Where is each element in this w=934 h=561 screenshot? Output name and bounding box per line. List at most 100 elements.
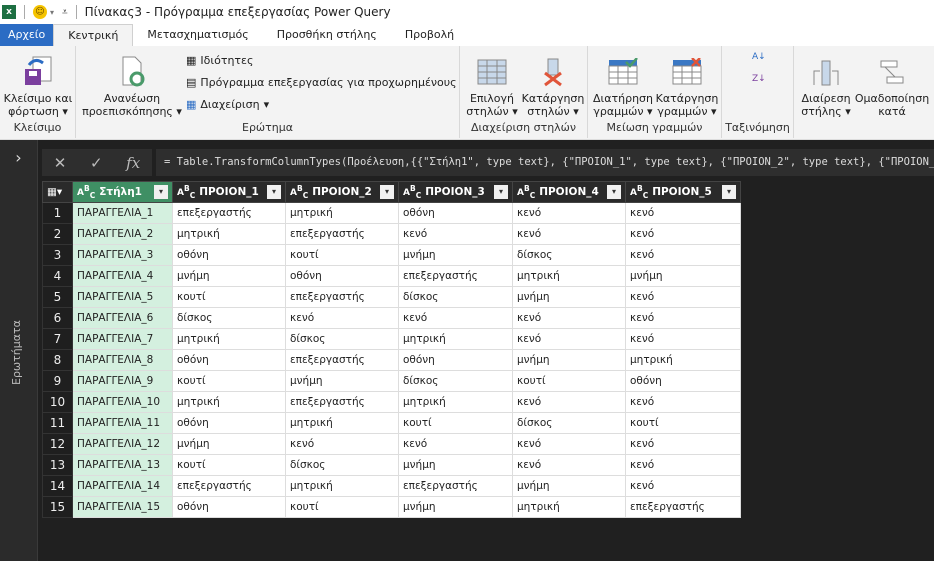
- table-cell[interactable]: κενό: [625, 286, 741, 308]
- row-number[interactable]: 13: [42, 454, 73, 476]
- row-number[interactable]: 3: [42, 244, 73, 266]
- table-cell[interactable]: δίσκος: [398, 286, 513, 308]
- cancel-icon[interactable]: ✕: [54, 154, 67, 172]
- table-cell[interactable]: μνήμη: [625, 265, 741, 287]
- column-header[interactable]: ABC ΠΡΟΙΟΝ_3 ▾: [398, 181, 513, 203]
- filter-dropdown-icon[interactable]: ▾: [607, 185, 621, 200]
- row-number[interactable]: 7: [42, 328, 73, 350]
- filter-dropdown-icon[interactable]: ▾: [494, 185, 508, 200]
- table-cell[interactable]: ΠΑΡΑΓΓΕΛΙΑ_4: [72, 265, 173, 287]
- table-cell[interactable]: μητρική: [512, 496, 626, 518]
- row-number[interactable]: 15: [42, 496, 73, 518]
- filter-dropdown-icon[interactable]: ▾: [722, 185, 736, 200]
- table-cell[interactable]: ΠΑΡΑΓΓΕΛΙΑ_7: [72, 328, 173, 350]
- table-cell[interactable]: μνήμη: [398, 244, 513, 266]
- table-cell[interactable]: επεξεργαστής: [398, 265, 513, 287]
- table-cell[interactable]: κενό: [398, 307, 513, 329]
- properties-button[interactable]: ▦ Ιδιότητες: [186, 54, 253, 67]
- table-cell[interactable]: κενό: [512, 433, 626, 455]
- fx-icon[interactable]: fx: [126, 154, 140, 172]
- choose-columns-button[interactable]: Επιλογή στηλών ▾: [464, 52, 520, 118]
- table-cell[interactable]: ΠΑΡΑΓΓΕΛΙΑ_13: [72, 454, 173, 476]
- table-cell[interactable]: δίσκος: [285, 328, 399, 350]
- table-cell[interactable]: μητρική: [172, 328, 286, 350]
- table-cell[interactable]: κενό: [625, 433, 741, 455]
- text-type-icon[interactable]: ABC: [630, 184, 648, 200]
- table-cell[interactable]: κενό: [285, 433, 399, 455]
- table-cell[interactable]: επεξεργαστής: [398, 475, 513, 497]
- table-cell[interactable]: οθόνη: [625, 370, 741, 392]
- table-cell[interactable]: κουτί: [512, 370, 626, 392]
- table-cell[interactable]: μητρική: [285, 412, 399, 434]
- table-cell[interactable]: οθόνη: [398, 349, 513, 371]
- tab-home[interactable]: Κεντρική: [53, 24, 134, 46]
- table-cell[interactable]: δίσκος: [172, 307, 286, 329]
- filter-dropdown-icon[interactable]: ▾: [380, 185, 394, 200]
- table-cell[interactable]: ΠΑΡΑΓΓΕΛΙΑ_8: [72, 349, 173, 371]
- table-cell[interactable]: μνήμη: [398, 454, 513, 476]
- table-cell[interactable]: κενό: [285, 307, 399, 329]
- table-cell[interactable]: επεξεργαστής: [285, 349, 399, 371]
- table-cell[interactable]: κενό: [625, 307, 741, 329]
- remove-rows-button[interactable]: Κατάργηση γραμμών ▾: [654, 52, 720, 118]
- table-cell[interactable]: κουτί: [285, 496, 399, 518]
- group-by-button[interactable]: Ομαδοποίηση κατά: [854, 52, 930, 118]
- column-header[interactable]: ABC Στήλη1 ▾: [72, 181, 173, 203]
- table-cell[interactable]: κουτί: [172, 370, 286, 392]
- table-cell[interactable]: επεξεργαστής: [172, 475, 286, 497]
- column-header[interactable]: ABC ΠΡΟΙΟΝ_5 ▾: [625, 181, 741, 203]
- table-cell[interactable]: κενό: [625, 223, 741, 245]
- row-number[interactable]: 2: [42, 223, 73, 245]
- split-column-button[interactable]: Διαίρεση στήλης ▾: [798, 52, 854, 118]
- keep-rows-button[interactable]: Διατήρηση γραμμών ▾: [590, 52, 656, 118]
- queries-label[interactable]: Ερωτήματα: [10, 320, 23, 385]
- table-cell[interactable]: επεξεργαστής: [285, 223, 399, 245]
- table-cell[interactable]: κενό: [512, 454, 626, 476]
- table-cell[interactable]: κουτί: [172, 454, 286, 476]
- table-cell[interactable]: δίσκος: [512, 412, 626, 434]
- table-cell[interactable]: ΠΑΡΑΓΓΕΛΙΑ_6: [72, 307, 173, 329]
- table-cell[interactable]: μητρική: [285, 202, 399, 224]
- table-cell[interactable]: μητρική: [172, 223, 286, 245]
- table-cell[interactable]: οθόνη: [172, 244, 286, 266]
- table-cell[interactable]: δίσκος: [398, 370, 513, 392]
- formula-input[interactable]: = Table.TransformColumnTypes(Προέλευση,{…: [156, 149, 934, 176]
- chevron-down-icon[interactable]: ▾: [50, 8, 54, 17]
- smiley-feedback-icon[interactable]: ☺: [33, 5, 47, 19]
- table-cell[interactable]: κουτί: [285, 244, 399, 266]
- tab-add-column[interactable]: Προσθήκη στήλης: [263, 24, 391, 46]
- table-cell[interactable]: ΠΑΡΑΓΓΕΛΙΑ_2: [72, 223, 173, 245]
- advanced-editor-button[interactable]: ▤ Πρόγραμμα επεξεργασίας για προχωρημένου…: [186, 76, 457, 89]
- remove-columns-button[interactable]: Κατάργηση στηλών ▾: [520, 52, 586, 118]
- row-number[interactable]: 14: [42, 475, 73, 497]
- table-cell[interactable]: κενό: [625, 391, 741, 413]
- table-cell[interactable]: μνήμη: [172, 265, 286, 287]
- sort-descending-button[interactable]: Z↓: [752, 74, 766, 84]
- row-number[interactable]: 5: [42, 286, 73, 308]
- table-cell[interactable]: ΠΑΡΑΓΓΕΛΙΑ_3: [72, 244, 173, 266]
- tab-file[interactable]: Αρχείο: [0, 24, 54, 46]
- table-cell[interactable]: μητρική: [398, 391, 513, 413]
- table-cell[interactable]: ΠΑΡΑΓΓΕΛΙΑ_1: [72, 202, 173, 224]
- table-cell[interactable]: μητρική: [285, 475, 399, 497]
- row-number[interactable]: 1: [42, 202, 73, 224]
- text-type-icon[interactable]: ABC: [177, 184, 195, 200]
- table-cell[interactable]: κενό: [398, 223, 513, 245]
- text-type-icon[interactable]: ABC: [290, 184, 308, 200]
- table-cell[interactable]: μητρική: [625, 349, 741, 371]
- table-cell[interactable]: ΠΑΡΑΓΓΕΛΙΑ_5: [72, 286, 173, 308]
- table-cell[interactable]: κενό: [512, 307, 626, 329]
- table-cell[interactable]: ΠΑΡΑΓΓΕΛΙΑ_12: [72, 433, 173, 455]
- text-type-icon[interactable]: ABC: [77, 184, 95, 200]
- table-cell[interactable]: μνήμη: [512, 475, 626, 497]
- table-cell[interactable]: μνήμη: [172, 433, 286, 455]
- table-cell[interactable]: ΠΑΡΑΓΓΕΛΙΑ_9: [72, 370, 173, 392]
- text-type-icon[interactable]: ABC: [517, 184, 535, 200]
- table-cell[interactable]: κενό: [512, 328, 626, 350]
- refresh-preview-button[interactable]: Ανανέωση προεπισκόπησης ▾: [80, 52, 184, 118]
- column-header[interactable]: ABC ΠΡΟΙΟΝ_2 ▾: [285, 181, 399, 203]
- filter-dropdown-icon[interactable]: ▾: [154, 185, 168, 200]
- row-number[interactable]: 12: [42, 433, 73, 455]
- table-cell[interactable]: κενό: [512, 223, 626, 245]
- table-cell[interactable]: μητρική: [398, 328, 513, 350]
